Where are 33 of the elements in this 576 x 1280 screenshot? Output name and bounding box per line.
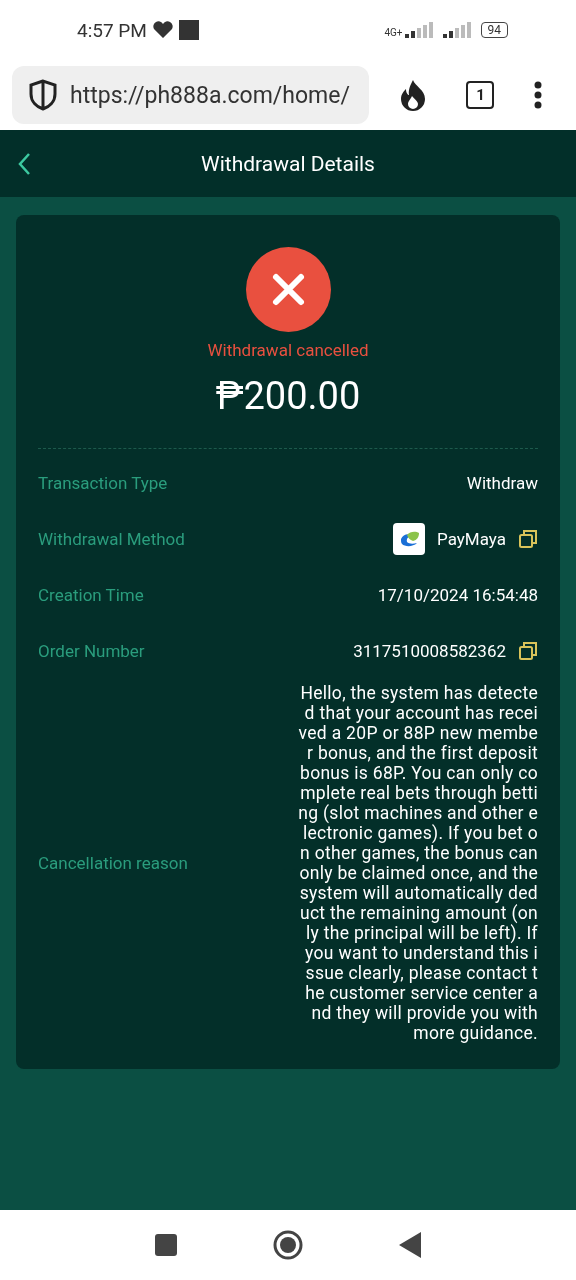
copy-icon[interactable]	[518, 641, 538, 661]
detail-label: Order Number	[38, 641, 145, 661]
status-text: Withdrawal cancelled	[207, 340, 369, 360]
clock-time: 4:57 PM	[77, 18, 147, 42]
detail-label: Cancellation reason	[38, 853, 188, 873]
page-title: Withdrawal Details	[201, 151, 375, 176]
signal-icon	[442, 22, 473, 38]
back-icon[interactable]	[17, 152, 31, 176]
detail-value: PayMaya	[437, 529, 506, 549]
square-icon	[178, 20, 199, 40]
wallet-logo-icon	[393, 523, 426, 555]
back-icon[interactable]	[399, 1232, 421, 1258]
detail-value: Withdraw	[466, 473, 538, 493]
recents-icon[interactable]	[155, 1234, 177, 1256]
reason-text: Hello, the system has detected that your account has received a 20P or 88P new member bonus, and the first deposit bonus is 68P. You can only complete real bets through betting (slot machines and other electronic games). If you bet on other games, the bonus can only be claimed once, and the system will automatically deduct the remaining amount (only the principal will be left). If you want to understand this issue clearly, please contact the customer service center and they will provide you with more guidance.	[297, 682, 538, 1045]
home-icon[interactable]	[273, 1230, 303, 1260]
tab-count-button[interactable]: 1	[466, 81, 495, 109]
amount: ₱200.00	[215, 374, 361, 418]
address-bar[interactable]: https://ph888a.com/home/	[12, 66, 369, 124]
detail-value: 17/10/2024 16:54:48	[377, 585, 538, 605]
network-label: 4G+	[384, 28, 403, 38]
shield-icon[interactable]	[28, 79, 58, 111]
menu-icon[interactable]	[534, 81, 543, 109]
detail-value: 3117510008582362	[353, 641, 506, 661]
detail-label: Transaction Type	[38, 473, 168, 493]
copy-icon[interactable]	[518, 529, 538, 549]
flame-icon[interactable]	[398, 79, 427, 111]
battery-level: 94	[480, 22, 508, 38]
detail-label: Withdrawal Method	[38, 529, 185, 549]
heart-icon	[152, 21, 173, 39]
url-text: https://ph888a.com/home/	[70, 81, 350, 109]
signal-icon	[404, 22, 435, 38]
detail-label: Creation Time	[38, 585, 144, 605]
